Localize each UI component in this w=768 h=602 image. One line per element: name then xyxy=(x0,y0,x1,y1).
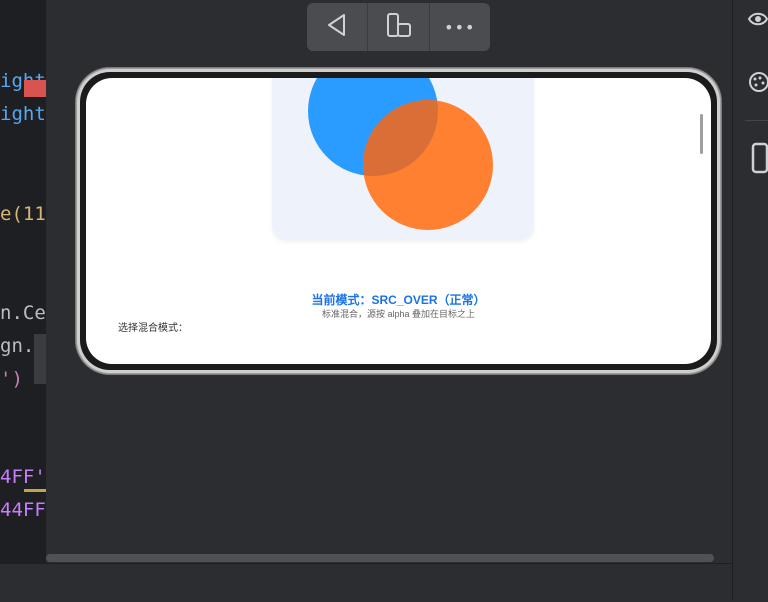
code-line: 44FF xyxy=(0,499,46,521)
device-toolbar: ••• xyxy=(307,3,490,51)
eye-icon[interactable] xyxy=(747,8,768,34)
code-line: 4FF' xyxy=(0,466,46,488)
overlap-region xyxy=(308,78,438,176)
select-mode-label: 选择混合模式： xyxy=(118,323,188,334)
vertical-scrollbar[interactable] xyxy=(700,114,703,154)
phone-frame: 当前模式：SRC_OVER（正常） 标准混合，源按 alpha 叠加在目标之上 … xyxy=(76,68,721,374)
device-rotate-icon xyxy=(383,12,413,42)
code-editor-strip: ight ight e(11) n.Cen gn.C ') 4FF' 44FF xyxy=(0,0,46,563)
rotate-device-button[interactable] xyxy=(367,3,428,51)
code-line: n.Cen xyxy=(0,302,46,324)
warning-underline xyxy=(24,489,46,492)
device-icon[interactable] xyxy=(751,142,768,178)
breakpoint-marker[interactable] xyxy=(24,80,46,97)
blend-canvas xyxy=(272,78,534,240)
phone-screen: 当前模式：SRC_OVER（正常） 标准混合，源按 alpha 叠加在目标之上 … xyxy=(86,78,711,364)
code-line: ight xyxy=(0,103,46,125)
back-triangle-icon xyxy=(324,12,350,42)
right-tool-strip xyxy=(732,0,768,601)
phone-bezel: 当前模式：SRC_OVER（正常） 标准混合，源按 alpha 叠加在目标之上 … xyxy=(80,72,717,370)
selection-highlight xyxy=(34,334,46,384)
horizontal-scrollbar[interactable] xyxy=(46,554,714,562)
more-button[interactable]: ••• xyxy=(428,3,490,51)
bottom-status-bar xyxy=(0,563,732,602)
palette-icon[interactable] xyxy=(747,70,768,98)
back-button[interactable] xyxy=(307,3,367,51)
divider xyxy=(745,120,768,121)
current-mode-title: 当前模式：SRC_OVER（正常） xyxy=(311,293,486,307)
more-dots-icon: ••• xyxy=(444,17,476,37)
code-line: e(11) xyxy=(0,203,46,225)
code-line: ') xyxy=(0,368,23,390)
